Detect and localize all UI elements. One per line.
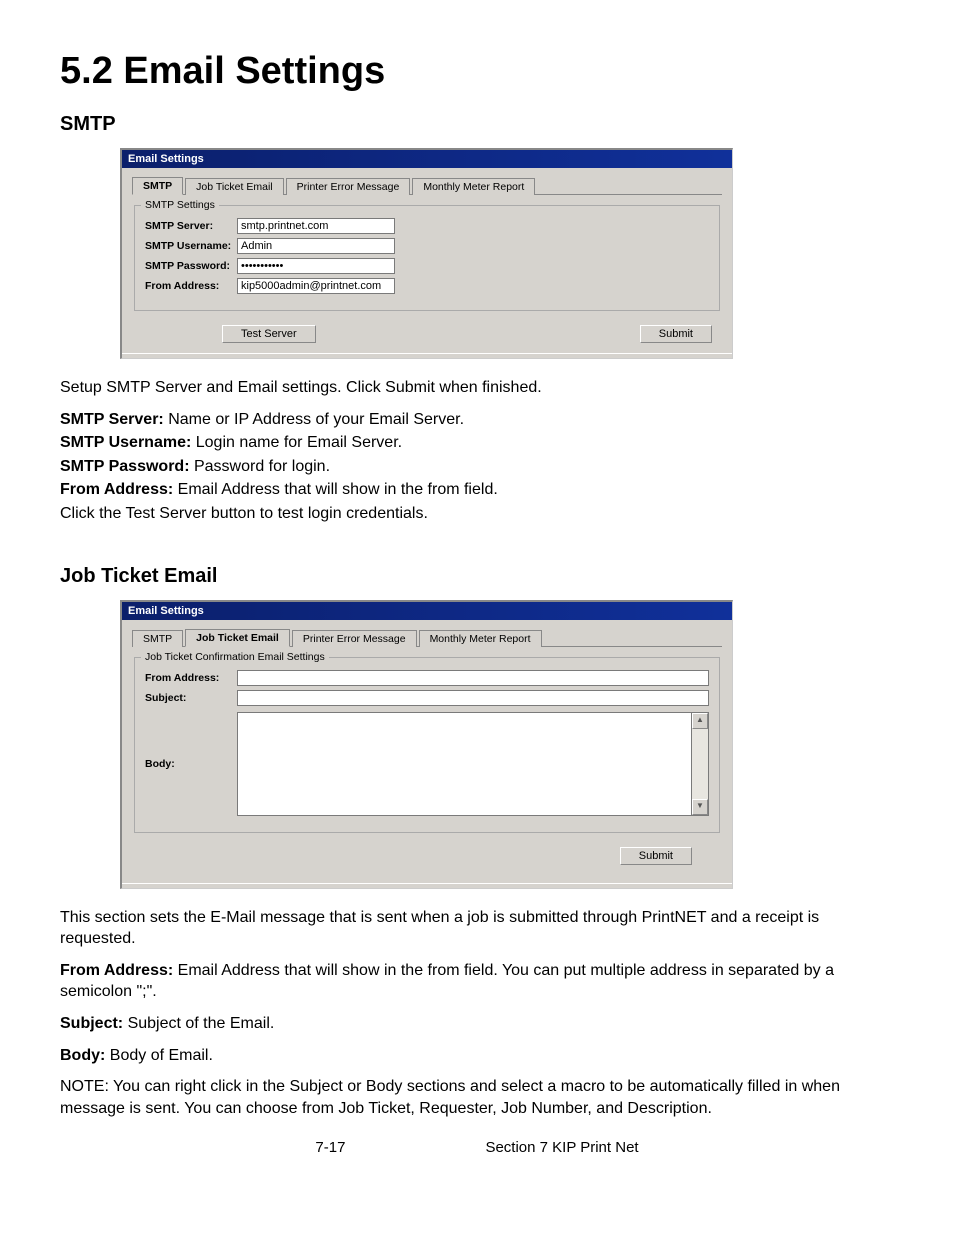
test-server-note: Click the Test Server button to test log… (60, 503, 894, 525)
def-body: Body: Body of Email. (60, 1045, 894, 1067)
window-statusbar (122, 883, 732, 888)
job-ticket-email-window: Email Settings SMTP Job Ticket Email Pri… (120, 600, 733, 889)
input-smtp-server[interactable] (237, 218, 395, 234)
page-footer: 7-17 Section 7 KIP Print Net (60, 1139, 894, 1156)
scroll-up-icon[interactable]: ▲ (692, 713, 708, 729)
tab-job-ticket-email[interactable]: Job Ticket Email (185, 629, 290, 647)
tab-monthly-meter-report[interactable]: Monthly Meter Report (412, 178, 535, 195)
def-subject: Subject: Subject of the Email. (60, 1013, 894, 1035)
tab-row: SMTP Job Ticket Email Printer Error Mess… (132, 628, 722, 647)
input-smtp-username[interactable] (237, 238, 395, 254)
window-statusbar (122, 353, 732, 358)
fieldset-legend: Job Ticket Confirmation Email Settings (141, 651, 329, 663)
submit-button[interactable]: Submit (640, 325, 712, 343)
def-smtp-server: SMTP Server: Name or IP Address of your … (60, 409, 894, 431)
smtp-settings-window: Email Settings SMTP Job Ticket Email Pri… (120, 148, 733, 359)
section-label: Section 7 KIP Print Net (485, 1139, 638, 1156)
input-from-address[interactable] (237, 278, 395, 294)
input-smtp-password[interactable] (237, 258, 395, 274)
test-server-button[interactable]: Test Server (222, 325, 316, 343)
label-from-address: From Address: (145, 280, 237, 292)
job-ticket-intro-text: This section sets the E-Mail message tha… (60, 907, 894, 950)
label-from-address: From Address: (145, 672, 237, 684)
window-title-bar: Email Settings (122, 602, 732, 620)
job-ticket-fieldset: Job Ticket Confirmation Email Settings F… (134, 657, 720, 833)
label-subject: Subject: (145, 692, 237, 704)
macro-note: NOTE: You can right click in the Subject… (60, 1076, 894, 1119)
def-from-address-2: From Address: Email Address that will sh… (60, 960, 894, 1003)
tab-monthly-meter-report[interactable]: Monthly Meter Report (419, 630, 542, 647)
label-smtp-server: SMTP Server: (145, 220, 237, 232)
page-heading: 5.2 Email Settings (60, 50, 894, 93)
label-smtp-password: SMTP Password: (145, 260, 237, 272)
label-body: Body: (145, 758, 237, 770)
label-smtp-username: SMTP Username: (145, 240, 237, 252)
window-title-bar: Email Settings (122, 150, 732, 168)
smtp-subheading: SMTP (60, 113, 894, 136)
tab-smtp[interactable]: SMTP (132, 177, 183, 195)
input-subject[interactable] (237, 690, 709, 706)
def-from-address: From Address: Email Address that will sh… (60, 479, 894, 501)
tab-row: SMTP Job Ticket Email Printer Error Mess… (132, 176, 722, 195)
tab-smtp[interactable]: SMTP (132, 630, 183, 647)
textarea-body[interactable] (237, 712, 692, 816)
body-scrollbar[interactable]: ▲ ▼ (692, 712, 709, 816)
def-smtp-username: SMTP Username: Login name for Email Serv… (60, 432, 894, 454)
page-number: 7-17 (315, 1139, 345, 1156)
tab-printer-error-message[interactable]: Printer Error Message (286, 178, 411, 195)
smtp-settings-fieldset: SMTP Settings SMTP Server: SMTP Username… (134, 205, 720, 311)
smtp-intro-text: Setup SMTP Server and Email settings. Cl… (60, 377, 894, 399)
tab-job-ticket-email[interactable]: Job Ticket Email (185, 178, 283, 195)
fieldset-legend: SMTP Settings (141, 199, 219, 211)
job-ticket-subheading: Job Ticket Email (60, 565, 894, 588)
submit-button[interactable]: Submit (620, 847, 692, 865)
tab-printer-error-message[interactable]: Printer Error Message (292, 630, 417, 647)
scroll-down-icon[interactable]: ▼ (692, 799, 708, 815)
input-from-address[interactable] (237, 670, 709, 686)
def-smtp-password: SMTP Password: Password for login. (60, 456, 894, 478)
